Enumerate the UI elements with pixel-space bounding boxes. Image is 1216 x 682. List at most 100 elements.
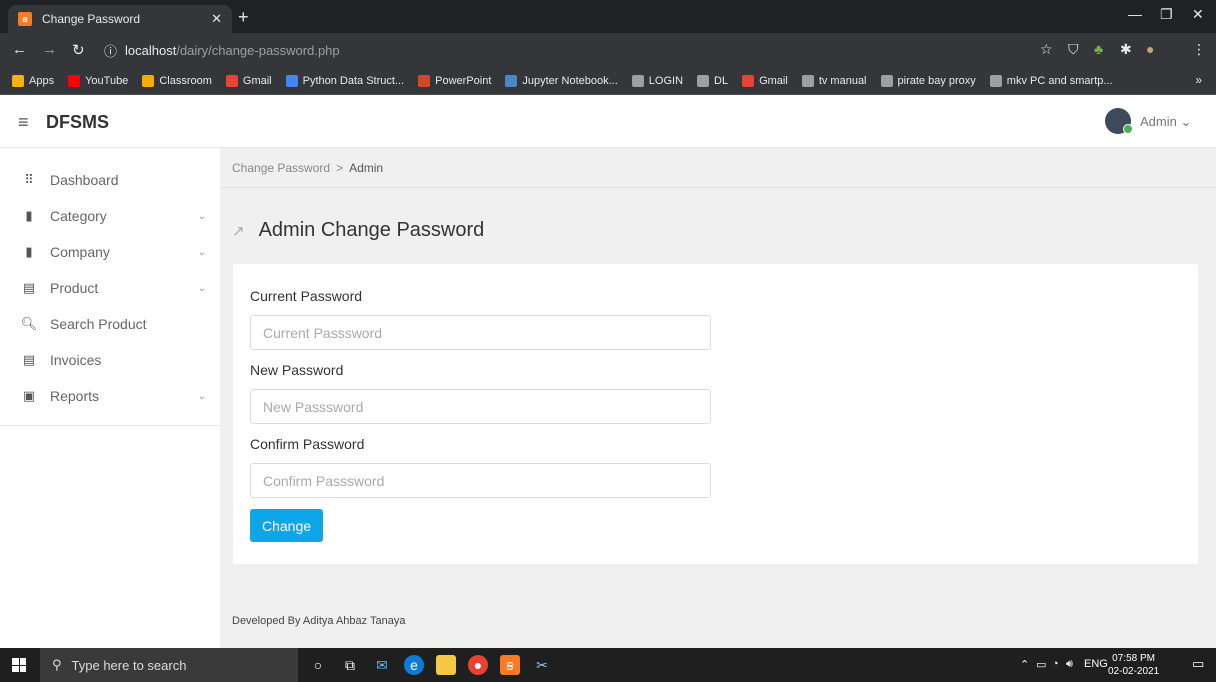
bookmark-item[interactable]: Jupyter Notebook...: [505, 74, 618, 87]
restore-icon[interactable]: ❐: [1160, 6, 1173, 23]
breadcrumb: Change Password > Admin: [220, 148, 1216, 188]
back-icon[interactable]: ←: [12, 41, 27, 58]
user-menu[interactable]: Admin ⌄: [1140, 114, 1191, 130]
list-icon: ▤: [22, 352, 36, 367]
snipping-tool-icon[interactable]: ✂: [532, 655, 552, 675]
bookmark-icon: [418, 74, 431, 87]
grid-icon: ⠿: [24, 172, 34, 187]
new-password-label: New Password: [250, 362, 344, 378]
language-indicator[interactable]: ENG: [1084, 658, 1108, 670]
breadcrumb-link[interactable]: Change Password: [232, 161, 330, 175]
browser-tab[interactable]: ꞩ Change Password ✕: [8, 5, 232, 33]
tree-extension-icon[interactable]: ♣: [1094, 41, 1103, 57]
bookmark-icon: [505, 74, 518, 87]
bookmark-item[interactable]: mkv PC and smartp...: [989, 74, 1113, 87]
bookmark-item[interactable]: Gmail: [742, 74, 788, 87]
menu-dots-icon[interactable]: ⋮: [1192, 41, 1206, 58]
xampp-taskbar-icon[interactable]: ꞩ: [500, 655, 520, 675]
confirm-password-input[interactable]: [250, 463, 711, 498]
bookmark-item[interactable]: LOGIN: [631, 74, 684, 87]
file-icon: ▮: [25, 208, 33, 223]
footer-credit: Developed By Aditya Ahbaz Tanaya: [232, 615, 406, 627]
volume-icon[interactable]: 🔊︎: [1066, 658, 1073, 671]
sidebar-item-search-product[interactable]: 🔍︎ Search Product: [0, 306, 220, 342]
tab-title: Change Password: [42, 12, 141, 26]
puzzle-extension-icon[interactable]: ✱: [1120, 41, 1132, 58]
windows-taskbar: ⚲ Type here to search ○ ⧉ ✉ e ● ꞩ ✂ ⌃ ▭ …: [0, 648, 1216, 682]
bookmark-label: LOGIN: [648, 74, 684, 87]
minimize-icon[interactable]: —: [1128, 6, 1142, 22]
url-host: localhost: [125, 42, 177, 58]
file-explorer-icon[interactable]: [436, 655, 456, 675]
cortana-icon[interactable]: ○: [308, 655, 328, 675]
chevron-down-icon: ⌄: [197, 390, 206, 402]
sidebar-item-company[interactable]: ▮ Company ⌄: [0, 234, 220, 270]
taskbar-search-placeholder: Type here to search: [71, 657, 187, 673]
tray-chevron-icon[interactable]: ⌃: [1020, 658, 1029, 671]
bookmark-item[interactable]: Classroom: [142, 74, 212, 87]
bookmark-icon: [631, 74, 644, 87]
bookmark-icon: [989, 74, 1002, 87]
battery-icon[interactable]: ▭: [1036, 658, 1046, 671]
bookmark-item[interactable]: YouTube: [68, 74, 129, 87]
bookmark-label: pirate bay proxy: [897, 74, 976, 87]
reload-icon[interactable]: ↻: [72, 41, 85, 59]
close-tab-icon[interactable]: ✕: [211, 11, 222, 27]
wifi-icon[interactable]: ◔: [1052, 658, 1059, 670]
task-view-icon[interactable]: ⧉: [340, 655, 360, 675]
current-password-label: Current Password: [250, 288, 363, 304]
mail-icon[interactable]: ✉: [372, 655, 392, 675]
change-button[interactable]: Change: [250, 509, 323, 542]
bookmark-icon: [801, 74, 814, 87]
report-icon: ▣: [22, 388, 36, 403]
bookmark-icon: [285, 74, 298, 87]
current-password-input[interactable]: [250, 315, 711, 350]
edge-icon[interactable]: e: [404, 655, 424, 675]
windows-start-icon[interactable]: [12, 658, 26, 672]
taskbar-search[interactable]: ⚲ Type here to search: [40, 648, 298, 682]
bookmarks-overflow-icon[interactable]: »: [1195, 73, 1202, 87]
bookmark-item[interactable]: DL: [697, 74, 728, 87]
bookmark-label: Gmail: [759, 74, 788, 87]
bookmark-label: Classroom: [159, 74, 212, 87]
bookmark-icon: [68, 74, 81, 87]
sidebar-item-invoices[interactable]: ▤ Invoices: [0, 342, 220, 378]
info-icon[interactable]: ⓘ: [104, 41, 117, 60]
url-path: /dairy/change-password.php: [176, 42, 340, 58]
list-icon: ▤: [22, 280, 36, 295]
window-close-icon[interactable]: ✕: [1192, 6, 1204, 23]
chevron-down-icon: ⌄: [197, 210, 206, 222]
notification-icon[interactable]: ▭: [1192, 656, 1204, 672]
profile-icon[interactable]: ●: [1146, 41, 1154, 57]
bookmark-item[interactable]: Gmail: [225, 74, 272, 87]
bookmark-label: mkv PC and smartp...: [1006, 74, 1113, 87]
bookmark-label: YouTube: [85, 74, 129, 87]
clock-date: 02-02-2021: [1108, 666, 1160, 677]
new-password-input[interactable]: [250, 389, 711, 424]
avatar[interactable]: [1105, 108, 1133, 134]
shield-extension-icon[interactable]: ⛉: [1068, 41, 1079, 58]
bookmark-item[interactable]: Apps: [12, 74, 54, 87]
bookmark-star-icon[interactable]: ☆: [1040, 41, 1053, 58]
bookmark-item[interactable]: tv manual: [801, 74, 867, 87]
bookmark-label: PowerPoint: [435, 74, 492, 87]
chrome-icon[interactable]: ●: [468, 655, 488, 675]
sidebar-item-category[interactable]: ▮ Category ⌄: [0, 198, 220, 234]
bookmark-item[interactable]: pirate bay proxy: [880, 74, 976, 87]
url-field[interactable]: ⓘ localhost/dairy/change-password.php: [104, 37, 1034, 63]
sidebar-item-product[interactable]: ▤ Product ⌄: [0, 270, 220, 306]
hamburger-menu-icon[interactable]: ≡: [18, 112, 29, 133]
new-tab-icon[interactable]: +: [238, 7, 249, 28]
sidebar-item-reports[interactable]: ▣ Reports ⌄: [0, 378, 220, 414]
bookmark-icon: [742, 74, 755, 87]
sidebar-item-label: Reports: [50, 388, 100, 404]
clock[interactable]: 07:58 PM 02-02-2021: [1108, 652, 1159, 678]
brand-title: DFSMS: [46, 112, 109, 132]
bookmark-item[interactable]: PowerPoint: [418, 74, 492, 87]
bookmark-item[interactable]: Python Data Struct...: [285, 74, 404, 87]
page-title-text: Admin Change Password: [258, 219, 485, 241]
browser-tab-bar: ꞩ Change Password ✕ + — ❐ ✕: [0, 0, 1216, 33]
chevron-down-icon: ⌄: [197, 246, 206, 258]
forward-icon[interactable]: →: [42, 41, 57, 58]
sidebar-item-dashboard[interactable]: ⠿ Dashboard: [0, 162, 220, 198]
